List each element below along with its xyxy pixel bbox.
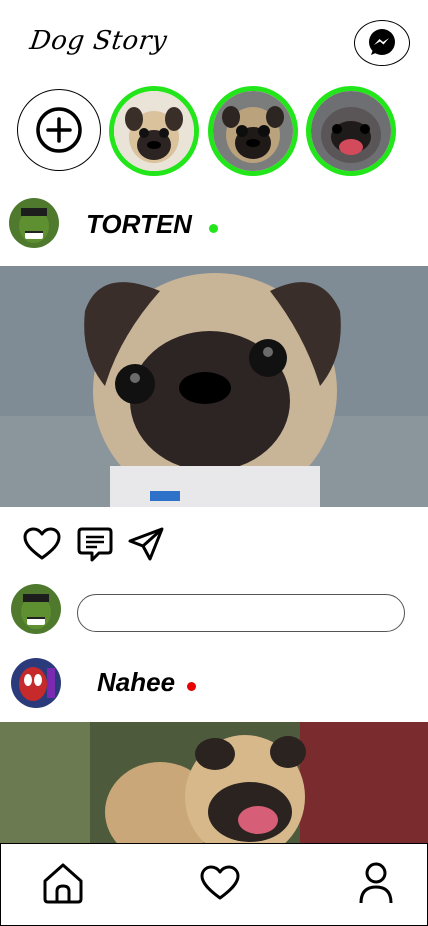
comment-icon — [77, 527, 113, 562]
share-button[interactable] — [126, 525, 166, 563]
story-avatar-3[interactable] — [306, 86, 396, 176]
nav-profile[interactable] — [354, 860, 398, 906]
pug-photo — [0, 722, 428, 843]
post-username[interactable]: TORTEN — [86, 209, 192, 240]
post-username[interactable]: Nahee — [97, 667, 175, 698]
pug-photo — [114, 91, 194, 171]
pug-photo — [0, 266, 428, 507]
current-user-avatar[interactable] — [11, 584, 61, 634]
nav-home[interactable] — [40, 860, 86, 906]
comment-input[interactable] — [77, 594, 405, 632]
heart-icon — [200, 865, 240, 900]
comment-button[interactable] — [76, 525, 114, 563]
messenger-button[interactable] — [354, 20, 410, 66]
home-icon — [43, 863, 83, 904]
post-image[interactable] — [0, 266, 428, 507]
user-avatar[interactable] — [11, 658, 61, 708]
hulk-avatar — [11, 584, 61, 634]
story-avatar-2[interactable] — [208, 86, 298, 176]
profile-icon — [359, 862, 393, 904]
offline-status-dot — [187, 682, 196, 691]
user-avatar[interactable] — [9, 198, 59, 248]
pug-photo — [213, 91, 293, 171]
spiderman-avatar — [11, 658, 61, 708]
add-story-button[interactable] — [17, 89, 101, 171]
heart-icon — [23, 527, 61, 560]
like-button[interactable] — [22, 525, 62, 563]
nav-favorites[interactable] — [198, 862, 242, 904]
plus-circle-icon — [36, 107, 82, 153]
app-logo: Dog Story — [27, 26, 170, 56]
pug-photo — [311, 91, 391, 171]
story-avatar-1[interactable] — [109, 86, 199, 176]
messenger-icon — [369, 29, 395, 55]
post-image[interactable] — [0, 722, 428, 843]
online-status-dot — [209, 224, 218, 233]
send-icon — [128, 527, 164, 561]
hulk-avatar — [9, 198, 59, 248]
